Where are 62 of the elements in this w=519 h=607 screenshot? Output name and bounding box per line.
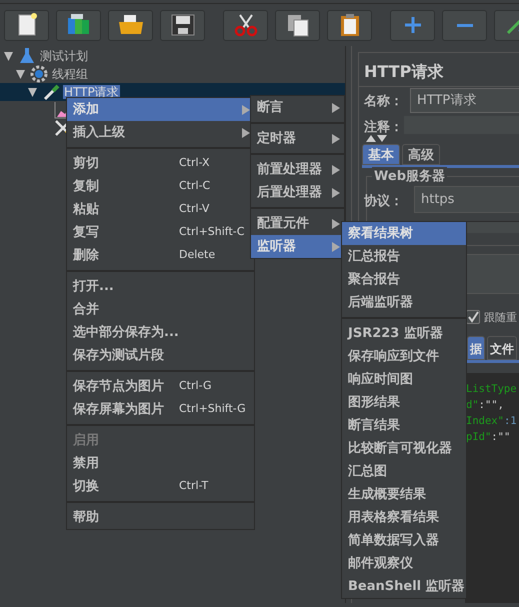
menu-item[interactable]: 打开... [67,275,254,298]
menu-item[interactable]: 合并 [67,298,254,321]
menu-item[interactable]: 插入上级 [67,121,254,144]
menu-item[interactable]: 前置处理器 [251,158,344,181]
code-line: d":"", [466,398,505,413]
menu-item[interactable]: JSR223 监听器 [342,322,466,345]
menu-item[interactable]: 保存为测试片段 [67,344,254,367]
tree-node[interactable]: 测试计划 [39,49,89,63]
menu-item[interactable]: 保存响应到文件 [342,345,466,368]
menu-item[interactable]: 汇总报告 [342,245,466,268]
shortcut-text: Ctrl-X [179,155,210,172]
menu-item[interactable]: 帮助 [67,506,254,529]
shortcut-text: Ctrl-V [179,201,210,218]
menu-item[interactable]: 图形结果 [342,391,466,414]
menu-item[interactable]: 聚合报告 [342,268,466,291]
menu-item[interactable]: 配置元件 [251,212,344,235]
menu-item[interactable]: 监听器 [251,235,344,258]
menu-item[interactable]: 复制 Ctrl-C [67,175,254,198]
tab[interactable]: 文件 [487,336,517,360]
menu-item[interactable]: 后端监听器 [342,291,466,314]
menu-item[interactable]: 汇总图 [342,460,466,483]
shortcut-text: Ctrl-C [179,178,210,194]
shortcut-text: Delete [179,247,216,264]
field-label: 协议： [364,192,403,211]
menu-item[interactable]: 断言结果 [342,414,466,437]
code-line: Index":1 [466,414,518,429]
menu-item[interactable]: 禁用 [67,452,254,475]
menu-item[interactable]: 复写 Ctrl+Shift-C [67,221,254,244]
shortcut-text: Ctrl+Shift-G [179,401,246,418]
menu-item[interactable]: 保存屏幕为图片 Ctrl+Shift-G [67,398,254,421]
menu-item[interactable]: 察看结果树 [342,222,466,245]
menu-item[interactable]: 粘贴 Ctrl-V [67,198,254,221]
code-line: pId":"" [466,430,512,445]
shortcut-text: Ctrl-G [179,378,212,394]
menu-item[interactable]: 用表格察看结果 [342,506,466,529]
menu-item[interactable]: 响应时间图 [342,368,466,391]
menu-item[interactable]: 生成概要结果 [342,483,466,506]
field-label: 名称： [364,93,403,111]
menu-item[interactable]: 后置处理器 [251,181,344,204]
menu-item[interactable]: 简单数据写入器 [342,529,466,552]
menu-item[interactable]: 选中部分保存为... [67,321,254,344]
menu-item[interactable]: 比较断言可视化器 [342,437,466,460]
name-field[interactable]: HTTP请求 [410,88,519,113]
menu-item[interactable]: BeanShell 监听器 [342,575,466,598]
menu-item[interactable]: 保存节点为图片 Ctrl-G [67,375,254,398]
tree-node[interactable]: 线程组 [51,67,89,81]
checkbox-label: 跟随重 [484,310,517,326]
panel-title: HTTP请求 [364,61,444,83]
menu-item[interactable]: 断言 [251,96,344,119]
menu-item[interactable]: 切换 Ctrl-T [67,475,254,498]
menu-item[interactable]: 删除 Delete [67,244,254,267]
tab[interactable]: 据 [467,336,485,360]
menu-item[interactable]: 剪切 Ctrl-X [67,152,254,175]
menu-item[interactable]: 定时器 [251,127,344,150]
shortcut-text: Ctrl+Shift-C [179,224,244,240]
tab[interactable]: 基本 [362,144,400,165]
protocol-field[interactable]: https [414,186,519,213]
shortcut-text: Ctrl-T [179,478,208,494]
field-label: 注释： [364,118,403,137]
tab[interactable]: 高级 [402,144,440,165]
code-line: ListType [466,382,518,397]
menu-item[interactable]: 邮件观察仪 [342,552,466,575]
